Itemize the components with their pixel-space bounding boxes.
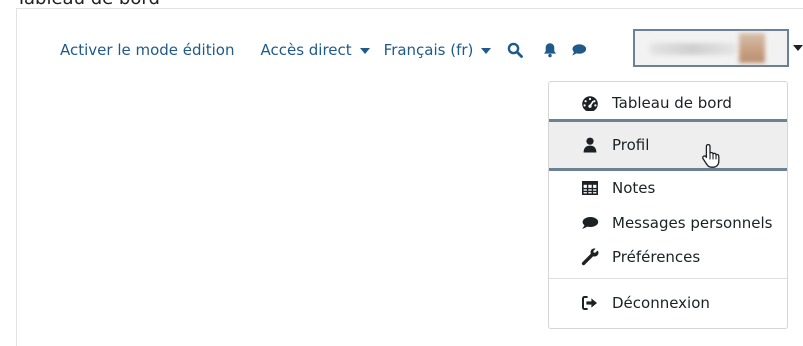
menu-item-messages[interactable]: Messages personnels (549, 208, 787, 238)
avatar (739, 33, 765, 63)
edit-mode-link[interactable]: Activer le mode édition (60, 41, 234, 59)
user-dropdown-menu: Tableau de bord Profil Notes Messages pe… (548, 81, 788, 329)
page: Tableau de bord Activer le mode édition … (0, 0, 803, 346)
language-label: Français ‎(fr)‎ (383, 41, 474, 59)
table-icon (581, 179, 599, 197)
menu-item-label: Tableau de bord (612, 94, 732, 112)
frame-top-border (16, 8, 803, 9)
menu-item-dashboard[interactable]: Tableau de bord (549, 88, 787, 118)
chat-icon[interactable] (571, 43, 587, 57)
menu-divider (549, 278, 787, 279)
user-icon (581, 136, 599, 154)
chevron-down-icon (359, 48, 370, 54)
user-menu-toggle[interactable] (633, 29, 789, 67)
user-name-redacted (649, 43, 737, 55)
chevron-down-icon[interactable] (793, 45, 803, 51)
menu-item-label: Déconnexion (612, 294, 710, 312)
logout-icon (581, 294, 599, 312)
bell-icon[interactable] (543, 42, 557, 58)
menu-item-logout[interactable]: Déconnexion (549, 288, 787, 318)
chat-icon (581, 214, 599, 232)
menu-item-label: Profil (612, 136, 650, 154)
menu-item-label: Notes (612, 179, 656, 197)
mouse-pointer-hand-icon (701, 143, 723, 169)
menu-item-label: Messages personnels (612, 214, 773, 232)
frame-left-border (16, 8, 17, 346)
dashboard-icon (581, 94, 599, 112)
menu-item-profile[interactable]: Profil (549, 119, 787, 171)
menu-item-label: Préférences (612, 248, 701, 266)
chevron-down-icon (481, 48, 492, 54)
direct-access-menu[interactable]: Accès direct (260, 41, 370, 59)
direct-access-label: Accès direct (260, 41, 352, 59)
top-navbar: Activer le mode édition Accès direct Fra… (60, 30, 599, 70)
search-icon[interactable] (507, 42, 524, 58)
menu-item-grades[interactable]: Notes (549, 173, 787, 203)
menu-item-preferences[interactable]: Préférences (549, 242, 787, 272)
language-menu[interactable]: Français ‎(fr)‎ (384, 41, 492, 59)
wrench-icon (581, 248, 599, 266)
